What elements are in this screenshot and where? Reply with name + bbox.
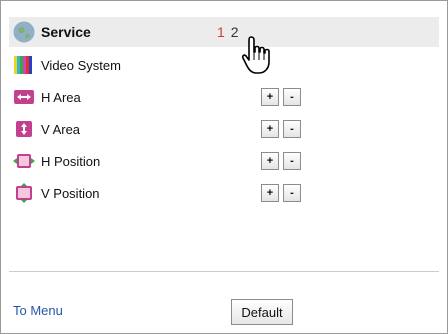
- service-panel: Service 1 2 Video System 4 H Area + - V …: [0, 0, 448, 334]
- h-position-label: H Position: [41, 153, 101, 169]
- v-area-plus-button[interactable]: +: [261, 120, 279, 138]
- to-menu-link[interactable]: To Menu: [13, 303, 63, 318]
- h-area-row: H Area + -: [9, 83, 439, 111]
- footer-divider: [9, 271, 439, 272]
- h-area-minus-button[interactable]: -: [283, 88, 301, 106]
- h-position-plus-button[interactable]: +: [261, 152, 279, 170]
- v-area-row: V Area + -: [9, 115, 439, 143]
- v-position-plus-button[interactable]: +: [261, 184, 279, 202]
- v-area-label: V Area: [41, 121, 81, 137]
- h-area-controls: + -: [261, 88, 301, 106]
- video-system-row: Video System 4: [9, 51, 439, 79]
- v-area-controls: + -: [261, 120, 301, 138]
- page-selector: 1 2: [217, 24, 239, 40]
- horizontal-arrows-icon: [13, 86, 35, 108]
- h-position-controls: + -: [261, 152, 301, 170]
- globe-icon: [13, 21, 35, 43]
- v-position-label: V Position: [41, 185, 100, 201]
- video-system-label: Video System: [41, 57, 121, 73]
- v-position-row: V Position + -: [9, 179, 439, 207]
- footer-bar: To Menu Default: [9, 299, 439, 327]
- service-header-row: Service 1 2: [9, 17, 439, 47]
- h-position-minus-button[interactable]: -: [283, 152, 301, 170]
- video-system-value[interactable]: 4: [261, 57, 291, 73]
- v-position-minus-button[interactable]: -: [283, 184, 301, 202]
- color-bars-icon: [13, 54, 35, 76]
- vertical-position-icon: [13, 182, 35, 204]
- h-area-plus-button[interactable]: +: [261, 88, 279, 106]
- service-title: Service: [41, 24, 91, 40]
- page-2-link[interactable]: 2: [231, 24, 239, 40]
- default-button[interactable]: Default: [231, 299, 293, 325]
- page-1-link[interactable]: 1: [217, 24, 225, 40]
- vertical-arrows-icon: [13, 118, 35, 140]
- h-area-label: H Area: [41, 89, 81, 105]
- horizontal-position-icon: [13, 150, 35, 172]
- v-area-minus-button[interactable]: -: [283, 120, 301, 138]
- h-position-row: H Position + -: [9, 147, 439, 175]
- v-position-controls: + -: [261, 184, 301, 202]
